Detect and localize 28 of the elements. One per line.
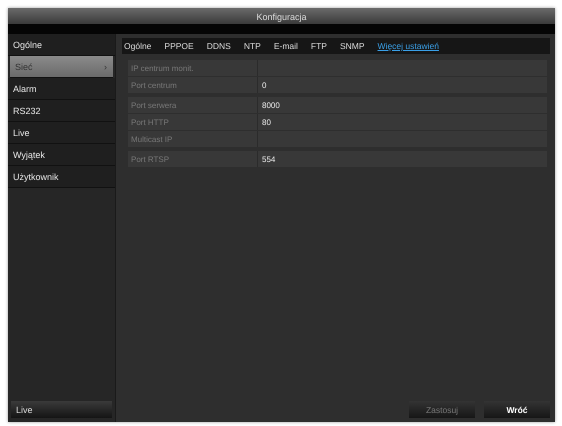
field-label: IP centrum monit. xyxy=(128,60,258,76)
chevron-icon: › xyxy=(104,62,107,72)
sidebar-item[interactable]: RS232 xyxy=(8,100,115,122)
input-field[interactable]: 554 xyxy=(258,151,547,167)
sidebar-item[interactable]: Użytkownik xyxy=(8,166,115,188)
field-label: Port centrum xyxy=(128,77,258,93)
sidebar-item[interactable]: Ogólne xyxy=(8,34,115,56)
tab[interactable]: E-mail xyxy=(274,40,298,52)
tab[interactable]: PPPOE xyxy=(164,40,194,52)
tab[interactable]: DDNS xyxy=(206,40,231,52)
window-title: Konfiguracja xyxy=(256,12,307,22)
input-field[interactable]: 80 xyxy=(258,114,547,130)
sidebar-item[interactable]: Wyjątek xyxy=(8,144,115,166)
field-label: Multicast IP xyxy=(128,131,258,147)
field-label: Port serwera xyxy=(128,97,258,113)
tab[interactable]: Ogólne xyxy=(124,40,152,52)
input-field[interactable]: 8000 xyxy=(258,97,547,113)
tab[interactable]: FTP xyxy=(310,40,327,52)
live-button[interactable]: Live xyxy=(11,401,112,418)
tab[interactable]: SNMP xyxy=(340,40,365,52)
sidebar-item[interactable]: Live xyxy=(8,122,115,144)
more-settings-link[interactable]: Więcej ustawień xyxy=(378,40,439,52)
tab[interactable]: NTP xyxy=(244,40,261,52)
field-label: Port HTTP xyxy=(128,114,258,130)
field-label: Port RTSP xyxy=(128,151,258,167)
sidebar-item[interactable]: Alarm xyxy=(8,78,115,100)
input-field[interactable]: 0 xyxy=(258,77,547,93)
back-button[interactable]: Wróć xyxy=(484,401,550,418)
